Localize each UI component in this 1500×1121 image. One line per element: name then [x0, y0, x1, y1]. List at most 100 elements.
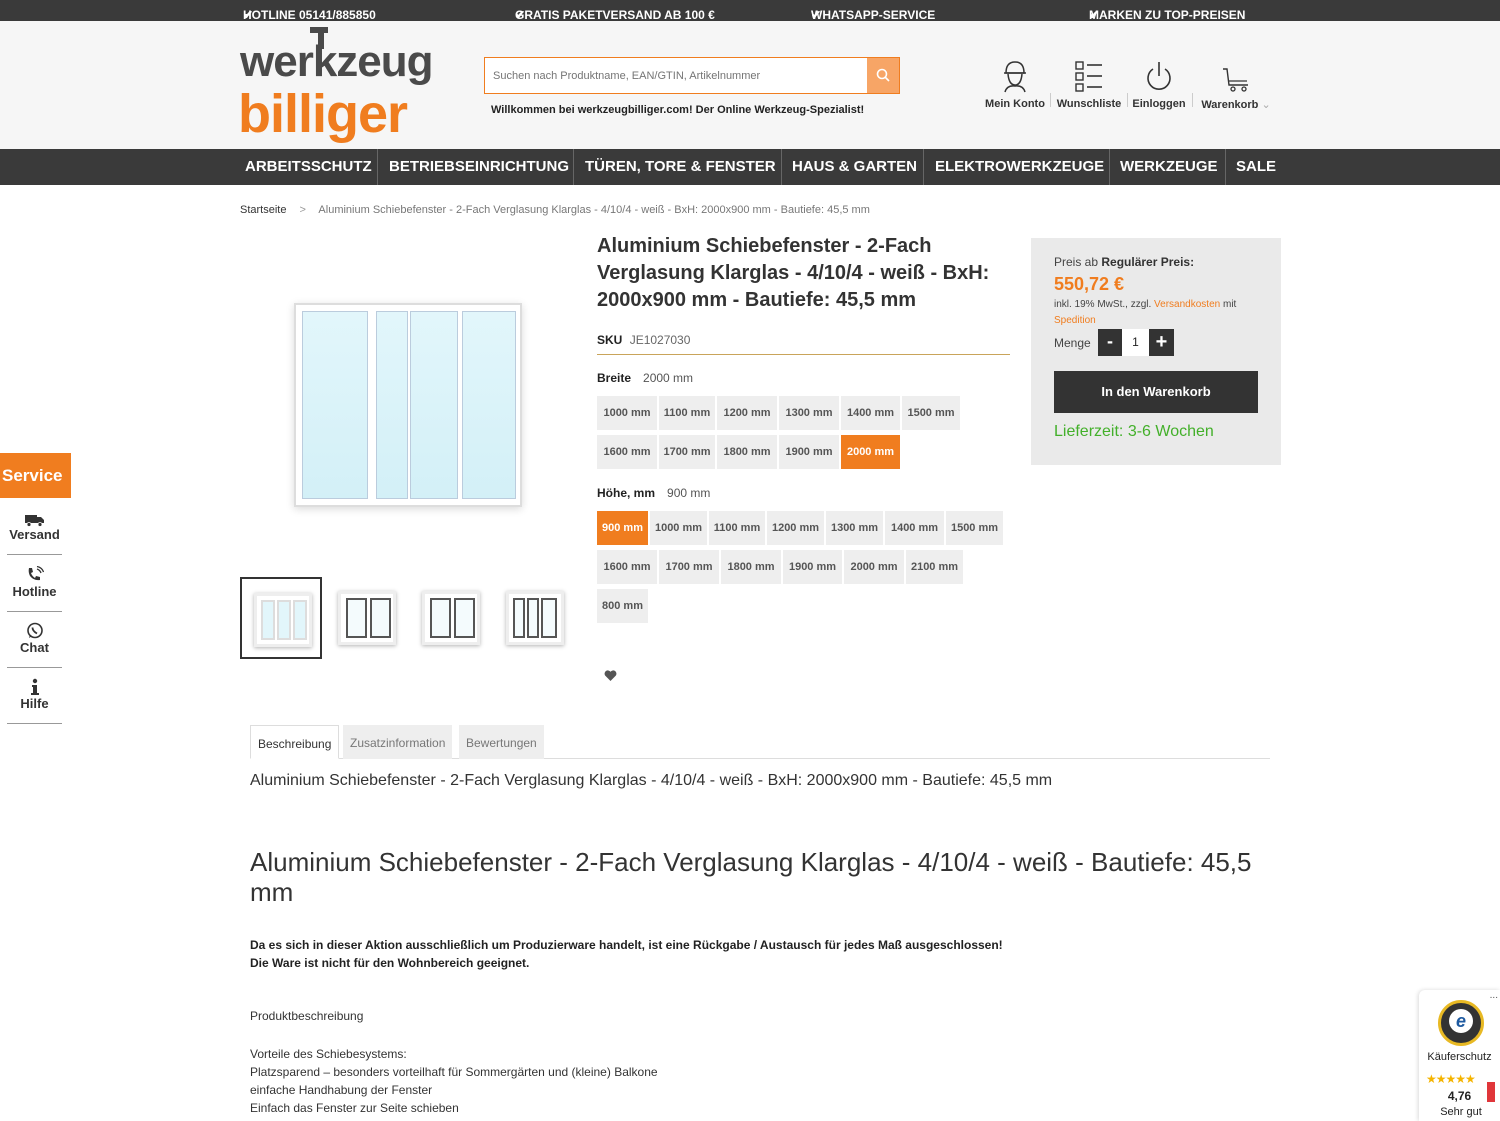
tab-bewertungen[interactable]: Bewertungen: [459, 725, 544, 759]
search-icon: [876, 68, 890, 82]
section-heading: Produktbeschreibung: [250, 1009, 364, 1023]
width-option-label: Breite 2000 mm: [597, 371, 694, 385]
option-button[interactable]: 1100 mm: [658, 395, 716, 431]
service-tab[interactable]: Service: [0, 453, 71, 498]
badge-accent: [1487, 1082, 1495, 1102]
list-item: einfache Handhabung der Fenster: [250, 1083, 433, 1097]
option-button[interactable]: 1500 mm: [945, 510, 1004, 546]
account-icon: [1004, 61, 1026, 93]
option-button[interactable]: 1000 mm: [596, 395, 658, 431]
delivery-time: Lieferzeit: 3-6 Wochen: [1054, 423, 1214, 440]
option-button[interactable]: 1400 mm: [840, 395, 901, 431]
price-prefix: Preis ab Regulärer Preis:: [1054, 255, 1195, 269]
rating-stars: ★★★★★: [1426, 1072, 1476, 1086]
option-button[interactable]: 1900 mm: [782, 549, 843, 585]
advantages-list: Vorteile des Schiebesystems: Platzsparen…: [250, 1045, 658, 1117]
tax-info: inkl. 19% MwSt., zzgl. Versandkosten mit…: [1054, 299, 1237, 326]
breadcrumb: Startseite > Aluminium Schiebefenster - …: [240, 204, 870, 216]
service-item-hilfe[interactable]: Hilfe: [7, 668, 62, 724]
trusted-shops-badge[interactable]: ... e Käuferschutz ★★★★★ 4,76 Sehr gut: [1419, 990, 1500, 1121]
option-button[interactable]: 2100 mm: [905, 549, 964, 585]
cart-icon: [1223, 68, 1248, 92]
option-button[interactable]: 1700 mm: [658, 549, 720, 585]
option-button[interactable]: 1100 mm: [708, 510, 766, 546]
quantity-increase-button[interactable]: +: [1149, 329, 1174, 356]
product-thumbnail[interactable]: [326, 577, 408, 659]
header-divider: [1192, 93, 1193, 107]
main-navigation: ARBEITSSCHUTZ BETRIEBSEINRICHTUNG TÜREN,…: [0, 149, 1500, 185]
login-link[interactable]: Einloggen: [1131, 49, 1187, 110]
header-divider: [1050, 93, 1051, 107]
rating-text: Sehr gut: [1440, 1106, 1482, 1118]
list-item: Vorteile des Schiebesystems:: [250, 1047, 407, 1061]
power-icon: [1147, 62, 1171, 90]
option-button[interactable]: 1900 mm: [778, 434, 840, 470]
service-item-hotline[interactable]: Hotline: [7, 556, 62, 612]
option-button[interactable]: 1800 mm: [716, 434, 778, 470]
tab-zusatzinformation[interactable]: Zusatzinformation: [343, 725, 453, 759]
product-tabs: Beschreibung Zusatzinformation Bewertung…: [250, 725, 1270, 759]
nav-item-betriebseinrichtung[interactable]: BETRIEBSEINRICHTUNG: [389, 149, 569, 185]
product-thumbnail[interactable]: [410, 577, 492, 659]
wishlist-link[interactable]: Wunschliste: [1055, 49, 1123, 110]
my-account-link[interactable]: Mein Konto: [983, 49, 1047, 110]
product-price: 550,72 €: [1054, 274, 1125, 294]
option-button[interactable]: 2000 mm: [840, 434, 901, 470]
spedition-link[interactable]: Spedition: [1054, 315, 1096, 326]
nav-item-sale[interactable]: SALE: [1236, 149, 1276, 185]
option-button[interactable]: 1500 mm: [901, 395, 961, 431]
option-button[interactable]: 1200 mm: [766, 510, 825, 546]
option-button[interactable]: 1200 mm: [716, 395, 778, 431]
top-info-bar: ✔ HOTLINE 05141/885850 ✔ GRATIS PAKETVERSA…: [0, 0, 1500, 22]
info-icon: [30, 678, 39, 695]
breadcrumb-separator: >: [299, 204, 306, 216]
option-button[interactable]: 1300 mm: [825, 510, 884, 546]
option-button[interactable]: 1600 mm: [596, 434, 658, 470]
list-item: Einfach das Fenster zur Seite schieben: [250, 1101, 459, 1115]
option-button[interactable]: 1000 mm: [649, 510, 708, 546]
shipping-costs-link[interactable]: Versandkosten: [1154, 299, 1220, 310]
quantity-input[interactable]: 1: [1122, 329, 1149, 356]
option-button[interactable]: 1700 mm: [658, 434, 716, 470]
site-logo[interactable]: werkzeug billiger: [238, 27, 434, 145]
return-warning: Da es sich in dieser Aktion ausschließli…: [250, 938, 1003, 970]
quantity-label: Menge: [1054, 336, 1091, 350]
nav-item-haus-garten[interactable]: HAUS & GARTEN: [792, 149, 917, 185]
nav-item-arbeitsschutz[interactable]: ARBEITSSCHUTZ: [245, 149, 372, 185]
buyer-protection-label: Käuferschutz: [1427, 1051, 1492, 1063]
tab-beschreibung[interactable]: Beschreibung: [250, 725, 340, 759]
option-button[interactable]: 2000 mm: [843, 549, 905, 585]
option-button[interactable]: 1600 mm: [596, 549, 658, 585]
option-button[interactable]: 1300 mm: [778, 395, 840, 431]
cart-link[interactable]: Warenkorb ⌄: [1199, 49, 1273, 111]
product-thumbnail[interactable]: [494, 577, 576, 659]
whatsapp-icon: [26, 622, 43, 639]
nav-item-werkzeuge[interactable]: WERKZEUGE: [1120, 149, 1218, 185]
nav-item-tueren-tore-fenster[interactable]: TÜREN, TORE & FENSTER: [585, 149, 776, 185]
product-main-image[interactable]: [294, 303, 522, 507]
nav-item-elektrowerkzeuge[interactable]: ELEKTROWERKZEUGE: [935, 149, 1104, 185]
welcome-text: Willkommen bei werkzeugbilliger.com! Der…: [491, 104, 865, 116]
option-button[interactable]: 800 mm: [596, 588, 649, 624]
header-divider: [1127, 93, 1128, 107]
option-button[interactable]: 1800 mm: [720, 549, 782, 585]
search-input[interactable]: [485, 58, 867, 93]
option-button[interactable]: 1400 mm: [884, 510, 945, 546]
trusted-shops-seal-icon: e: [1438, 1000, 1484, 1046]
option-button[interactable]: 900 mm: [596, 510, 649, 546]
breadcrumb-home[interactable]: Startseite: [240, 204, 286, 216]
service-item-versand[interactable]: Versand: [7, 499, 62, 555]
search-box: [484, 57, 900, 94]
badge-menu-icon[interactable]: ...: [1490, 990, 1498, 1001]
service-item-chat[interactable]: Chat: [7, 612, 62, 668]
product-thumbnail[interactable]: [240, 577, 322, 659]
breadcrumb-current: Aluminium Schiebefenster - 2-Fach Vergla…: [318, 204, 870, 216]
quantity-decrease-button[interactable]: -: [1098, 329, 1122, 356]
search-button[interactable]: [867, 58, 899, 93]
wishlist-icon: [1075, 61, 1102, 92]
add-to-wishlist-button[interactable]: [604, 669, 617, 687]
description-heading: Aluminium Schiebefenster - 2-Fach Vergla…: [250, 847, 1252, 907]
buy-box: Preis ab Regulärer Preis: 550,72 € inkl.…: [1031, 238, 1281, 465]
list-item: Platzsparend – besonders vorteilhaft für…: [250, 1065, 658, 1079]
add-to-cart-button[interactable]: In den Warenkorb: [1054, 371, 1258, 413]
